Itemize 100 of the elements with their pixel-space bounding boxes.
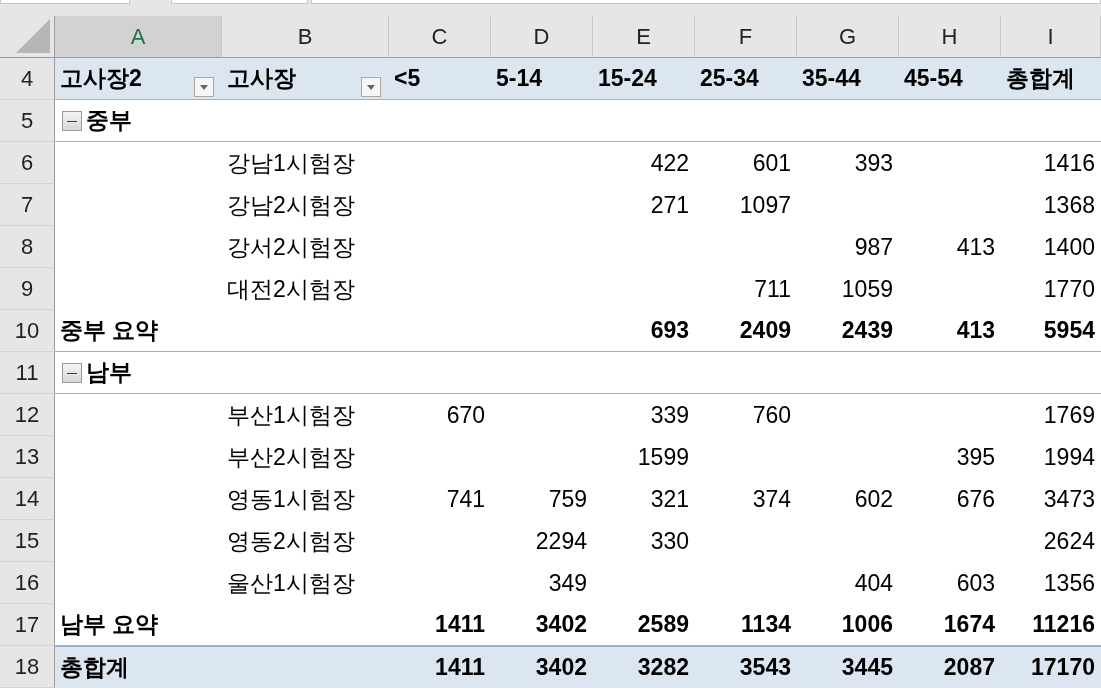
column-label: <5	[394, 64, 421, 94]
row-label: 영동2시험장	[227, 526, 355, 556]
row-header[interactable]: 4	[0, 58, 55, 100]
column-label: 고사장	[227, 64, 296, 94]
value-cell-text: 395	[956, 442, 995, 472]
row-header[interactable]: 5	[0, 100, 55, 142]
column-header[interactable]: H	[899, 16, 1001, 58]
value-cell-text: 3402	[535, 653, 587, 683]
column-header[interactable]: C	[389, 16, 491, 58]
row-header[interactable]: 13	[0, 436, 55, 478]
value-cell-text: 321	[650, 484, 689, 514]
row-header[interactable]: 15	[0, 520, 55, 562]
value-cell-text: 1097	[739, 190, 791, 220]
value-cell-text: 2439	[841, 316, 893, 346]
value-cell-text: 670	[446, 400, 485, 430]
caret-icon	[200, 84, 208, 90]
row-header[interactable]: 18	[0, 646, 55, 688]
row-label: 남부 요약	[60, 610, 159, 640]
value-cell-text: 1400	[1043, 232, 1095, 262]
value-cell-text: 3445	[841, 653, 893, 683]
row-label: 강남1시험장	[227, 148, 355, 178]
row-header[interactable]: 9	[0, 268, 55, 310]
row-label: 강서2시험장	[227, 232, 355, 262]
value-cell-text: 1674	[943, 610, 995, 640]
value-cell-text: 271	[650, 190, 689, 220]
column-header[interactable]: D	[491, 16, 593, 58]
value-cell-text: 1059	[841, 274, 893, 304]
value-cell-text: 987	[854, 232, 893, 262]
value-cell-text: 17170	[1031, 653, 1095, 683]
column-header[interactable]: E	[593, 16, 695, 58]
value-cell-text: 3282	[637, 653, 689, 683]
value-cell-text: 2624	[1043, 526, 1095, 556]
value-cell-text: 11216	[1032, 610, 1095, 640]
row-label: 영동1시험장	[227, 484, 355, 514]
value-cell-text: 413	[956, 232, 995, 262]
value-cell-text: 422	[650, 148, 689, 178]
value-cell-text: 2589	[637, 610, 689, 640]
row-header[interactable]: 14	[0, 478, 55, 520]
value-cell-text: 711	[754, 274, 791, 304]
row-header[interactable]: 12	[0, 394, 55, 436]
value-cell-text: 1411	[435, 610, 485, 640]
row-header[interactable]: 16	[0, 562, 55, 604]
caret-icon	[367, 84, 375, 90]
value-cell-text: 330	[650, 526, 689, 556]
value-cell-text: 693	[650, 316, 689, 346]
row-label: 부산2시험장	[227, 442, 355, 472]
row-header[interactable]: 7	[0, 184, 55, 226]
column-header[interactable]: A	[55, 16, 222, 58]
group-label: 중부	[86, 106, 132, 136]
value-cell-text: 3402	[535, 610, 587, 640]
row-label: 중부 요약	[60, 316, 159, 346]
value-cell-text: 2087	[943, 653, 995, 683]
value-cell-text: 601	[752, 148, 791, 178]
row-label: 총합계	[60, 653, 129, 683]
column-label: 고사장2	[60, 64, 142, 94]
value-cell-text: 3543	[739, 653, 791, 683]
value-cell-text: 741	[446, 484, 485, 514]
collapse-button[interactable]	[62, 362, 82, 383]
value-cell-text: 374	[752, 484, 791, 514]
column-header[interactable]: G	[797, 16, 899, 58]
column-header[interactable]: B	[222, 16, 389, 58]
column-label: 25-34	[700, 64, 759, 94]
value-cell-text: 1599	[637, 442, 689, 472]
value-cell-text: 339	[650, 400, 689, 430]
row-header[interactable]: 11	[0, 352, 55, 394]
value-cell-text: 2409	[739, 316, 791, 346]
filter-dropdown-button[interactable]	[361, 77, 381, 97]
row-label: 강남2시험장	[227, 190, 355, 220]
value-cell-text: 5954	[1043, 316, 1095, 346]
column-header[interactable]: I	[1001, 16, 1101, 58]
value-cell-text: 1006	[841, 610, 893, 640]
value-cell-text: 1411	[435, 653, 485, 683]
value-cell-text: 1416	[1043, 148, 1095, 178]
row-header[interactable]: 17	[0, 604, 55, 646]
value-cell-text: 603	[956, 568, 995, 598]
row-header[interactable]: 8	[0, 226, 55, 268]
column-label: 총합계	[1006, 64, 1075, 94]
filter-dropdown-button[interactable]	[194, 77, 214, 97]
value-cell-text: 1770	[1043, 274, 1095, 304]
row-header[interactable]: 10	[0, 310, 55, 352]
value-cell-text: 1769	[1043, 400, 1095, 430]
column-header[interactable]: F	[695, 16, 797, 58]
value-cell-text: 760	[752, 400, 791, 430]
column-label: 35-44	[802, 64, 861, 94]
value-cell-text: 602	[854, 484, 893, 514]
column-label: 5-14	[496, 64, 543, 94]
row-header[interactable]: 6	[0, 142, 55, 184]
row-label: 울산1시험장	[227, 568, 355, 598]
row-label: 부산1시험장	[227, 400, 355, 430]
value-cell-text: 676	[956, 484, 995, 514]
toolbar-field[interactable]	[171, 0, 308, 4]
value-cell-text: 1368	[1043, 190, 1095, 220]
value-cell-text: 349	[548, 568, 587, 598]
column-label: 15-24	[598, 64, 657, 94]
corner-triangle-icon	[16, 19, 50, 53]
value-cell-text: 1356	[1043, 568, 1095, 598]
row-label: 대전2시험장	[227, 274, 355, 304]
collapse-button[interactable]	[62, 110, 82, 131]
value-cell-text: 3473	[1043, 484, 1095, 514]
value-cell-text: 759	[548, 484, 587, 514]
